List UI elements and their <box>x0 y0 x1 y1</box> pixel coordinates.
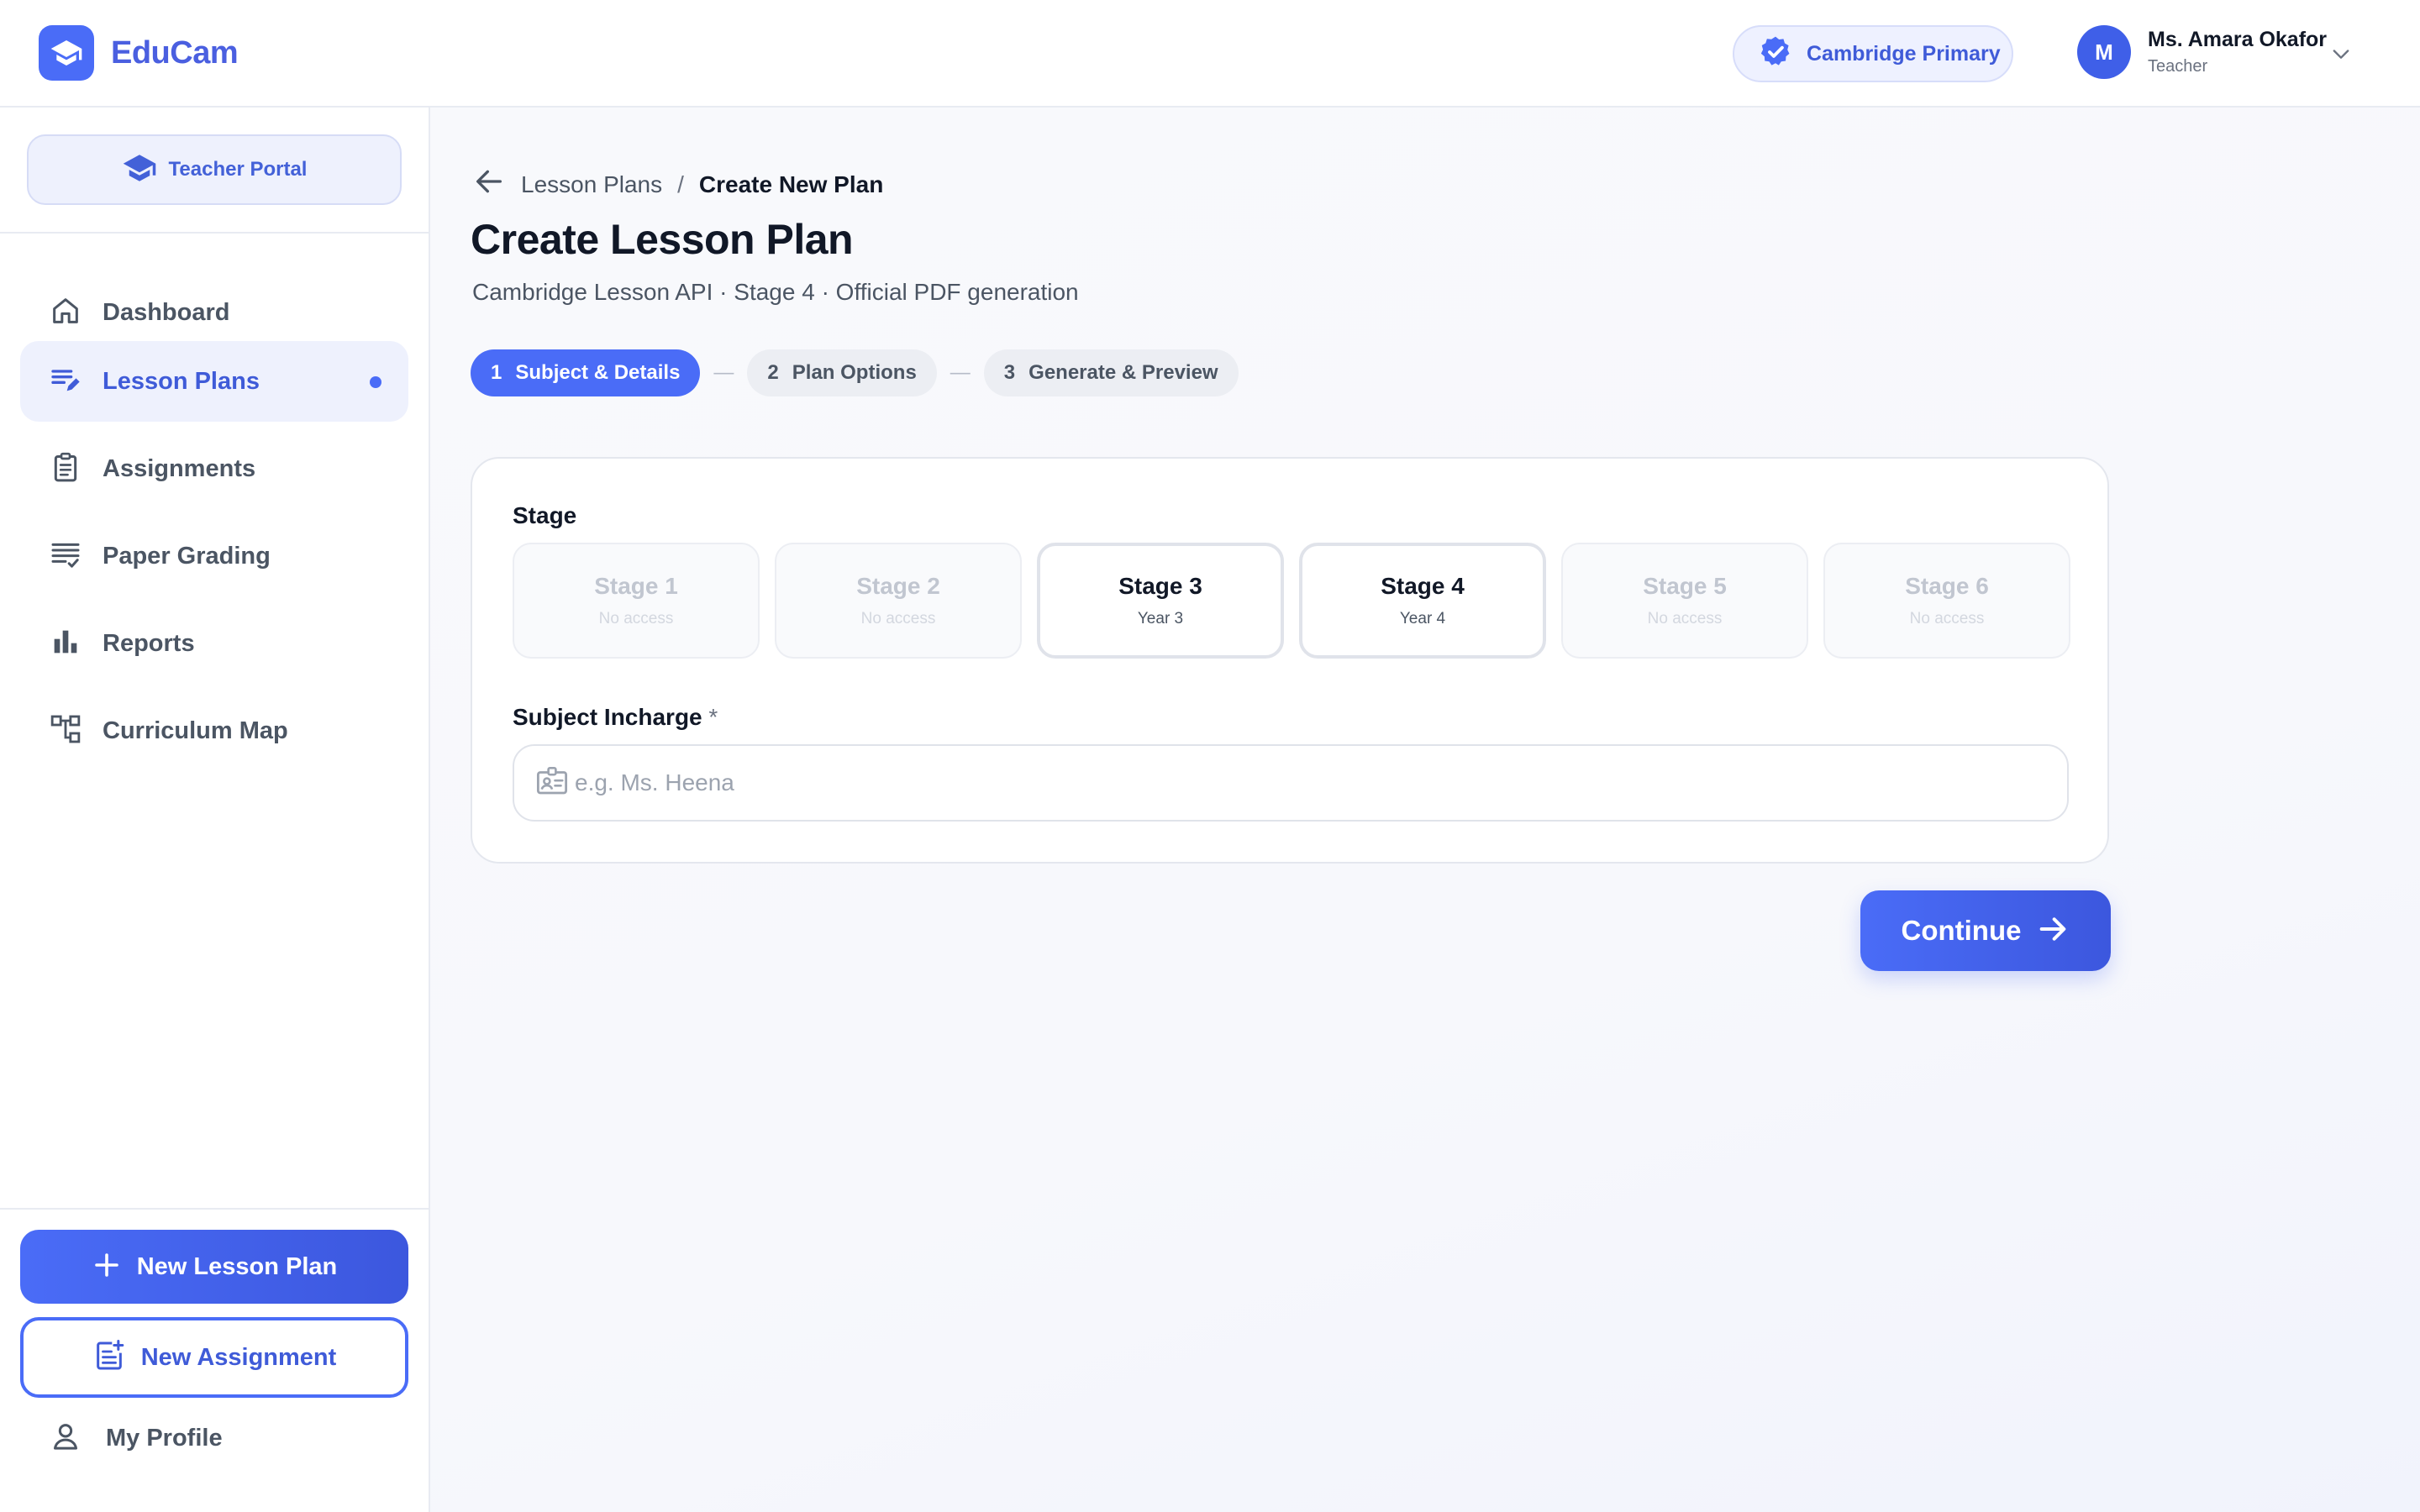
arrow-right-icon <box>2036 912 2070 950</box>
sidebar-item-assignments[interactable]: Assignments <box>20 428 408 509</box>
stage-status: No access <box>1647 610 1723 627</box>
stage-name: Stage 1 <box>594 573 678 599</box>
user-role: Teacher <box>2148 57 2208 76</box>
stage-option-5: Stage 5 No access <box>1561 543 1808 659</box>
sidebar-item-label: Curriculum Map <box>103 717 288 744</box>
step-generate-preview[interactable]: 3 Generate & Preview <box>983 349 1239 396</box>
step-number: 3 <box>1003 361 1016 384</box>
subject-incharge-field[interactable] <box>513 744 2069 822</box>
stage-option-3[interactable]: Stage 3 Year 3 <box>1037 543 1284 659</box>
subject-incharge-label: Subject Incharge * <box>513 704 718 731</box>
clipboard-icon <box>49 450 82 488</box>
sidebar-item-label: Lesson Plans <box>103 367 260 395</box>
bar-chart-icon <box>49 625 82 663</box>
school-name: Cambridge Primary <box>1807 41 2001 66</box>
step-plan-options[interactable]: 2 Plan Options <box>747 349 937 396</box>
user-icon <box>49 1420 82 1457</box>
divider <box>0 1208 429 1210</box>
step-subject-details[interactable]: 1 Subject & Details <box>471 349 701 396</box>
stage-name: Stage 6 <box>1905 573 1989 599</box>
new-assignment-button[interactable]: New Assignment <box>20 1317 408 1398</box>
page-subtitle: Cambridge Lesson API · Stage 4 · Officia… <box>472 279 1079 305</box>
back-arrow-icon[interactable] <box>472 165 506 204</box>
sidebar-item-label: Paper Grading <box>103 542 271 570</box>
breadcrumb: Lesson Plans / Create New Plan <box>472 165 883 204</box>
sidebar-item-paper-grading[interactable]: Paper Grading <box>20 516 408 596</box>
avatar: M <box>2077 25 2131 79</box>
main-content: Lesson Plans / Create New Plan Create Le… <box>430 108 2420 1512</box>
hierarchy-icon <box>49 712 82 750</box>
stage-label: Stage <box>513 502 577 528</box>
sidebar-item-lesson-plans[interactable]: Lesson Plans <box>20 341 408 422</box>
stage-name: Stage 2 <box>856 573 940 599</box>
teacher-portal-label: Teacher Portal <box>168 158 308 181</box>
new-assignment-label: New Assignment <box>140 1343 337 1371</box>
continue-button[interactable]: Continue <box>1860 890 2111 971</box>
active-indicator-dot <box>370 376 381 388</box>
my-profile-label: My Profile <box>106 1424 223 1452</box>
id-card-icon <box>534 764 570 803</box>
step-separator: — <box>950 361 971 384</box>
user-name: Ms. Amara Okafor <box>2148 28 2328 51</box>
sidebar-item-reports[interactable]: Reports <box>20 603 408 684</box>
school-badge[interactable]: Cambridge Primary <box>1733 25 2013 82</box>
sidebar-item-label: Dashboard <box>103 298 230 326</box>
stage-name: Stage 4 <box>1381 573 1465 599</box>
graduation-cap-icon <box>39 25 94 81</box>
stage-status: No access <box>860 610 936 627</box>
stage-option-6: Stage 6 No access <box>1823 543 2070 659</box>
teacher-portal-button[interactable]: Teacher Portal <box>27 134 402 205</box>
sidebar: Teacher Portal Dashboard Lesson Plans As… <box>0 108 430 1512</box>
stage-status: No access <box>598 610 674 627</box>
chevron-down-icon[interactable] <box>2329 42 2353 70</box>
sidebar-item-label: Assignments <box>103 454 256 482</box>
verified-badge-icon <box>1758 34 1793 74</box>
step-label: Plan Options <box>792 361 917 384</box>
step-number: 1 <box>491 361 502 384</box>
plus-icon <box>92 1250 122 1284</box>
breadcrumb-current: Create New Plan <box>698 171 884 197</box>
top-header: EduCam Cambridge Primary M Ms. Amara Oka… <box>0 0 2420 108</box>
step-label: Subject & Details <box>515 361 681 384</box>
note-add-icon <box>92 1339 126 1377</box>
subject-incharge-input[interactable] <box>575 769 2003 796</box>
step-separator: — <box>713 361 734 384</box>
app-logo[interactable]: EduCam <box>39 25 239 81</box>
new-lesson-plan-label: New Lesson Plan <box>136 1252 338 1280</box>
stage-option-2: Stage 2 No access <box>775 543 1022 659</box>
stage-name: Stage 5 <box>1643 573 1727 599</box>
stage-name: Stage 3 <box>1118 573 1202 599</box>
graduation-cap-icon <box>122 150 157 190</box>
step-indicator: 1 Subject & Details — 2 Plan Options — 3… <box>471 349 1239 396</box>
stage-selector: Stage 1 No access Stage 2 No access Stag… <box>513 543 2086 659</box>
sidebar-item-my-profile[interactable]: My Profile <box>49 1415 223 1462</box>
lesson-form-card: Stage Stage 1 No access Stage 2 No acces… <box>471 457 2109 864</box>
checklist-icon <box>49 538 82 575</box>
stage-option-4[interactable]: Stage 4 Year 4 <box>1299 543 1546 659</box>
edit-list-icon <box>49 363 82 401</box>
continue-label: Continue <box>1901 915 2022 946</box>
user-menu[interactable]: M Ms. Amara Okafor Teacher <box>2077 25 2349 79</box>
sidebar-item-curriculum-map[interactable]: Curriculum Map <box>20 690 408 771</box>
required-marker: * <box>708 704 718 730</box>
sidebar-item-label: Reports <box>103 629 195 657</box>
stage-option-1: Stage 1 No access <box>513 543 760 659</box>
stage-year: Year 4 <box>1399 610 1446 627</box>
breadcrumb-lesson-plans-link[interactable]: Lesson Plans <box>521 171 662 198</box>
breadcrumb-separator: / <box>677 171 684 197</box>
step-label: Generate & Preview <box>1028 361 1218 384</box>
divider <box>0 232 429 234</box>
subject-incharge-text: Subject Incharge <box>513 704 702 730</box>
app-name: EduCam <box>111 34 239 71</box>
home-icon <box>49 294 82 332</box>
step-number: 2 <box>767 361 779 384</box>
stage-year: Year 3 <box>1137 610 1184 627</box>
stage-status: No access <box>1909 610 1985 627</box>
page-title: Create Lesson Plan <box>471 216 854 263</box>
new-lesson-plan-button[interactable]: New Lesson Plan <box>20 1230 408 1304</box>
